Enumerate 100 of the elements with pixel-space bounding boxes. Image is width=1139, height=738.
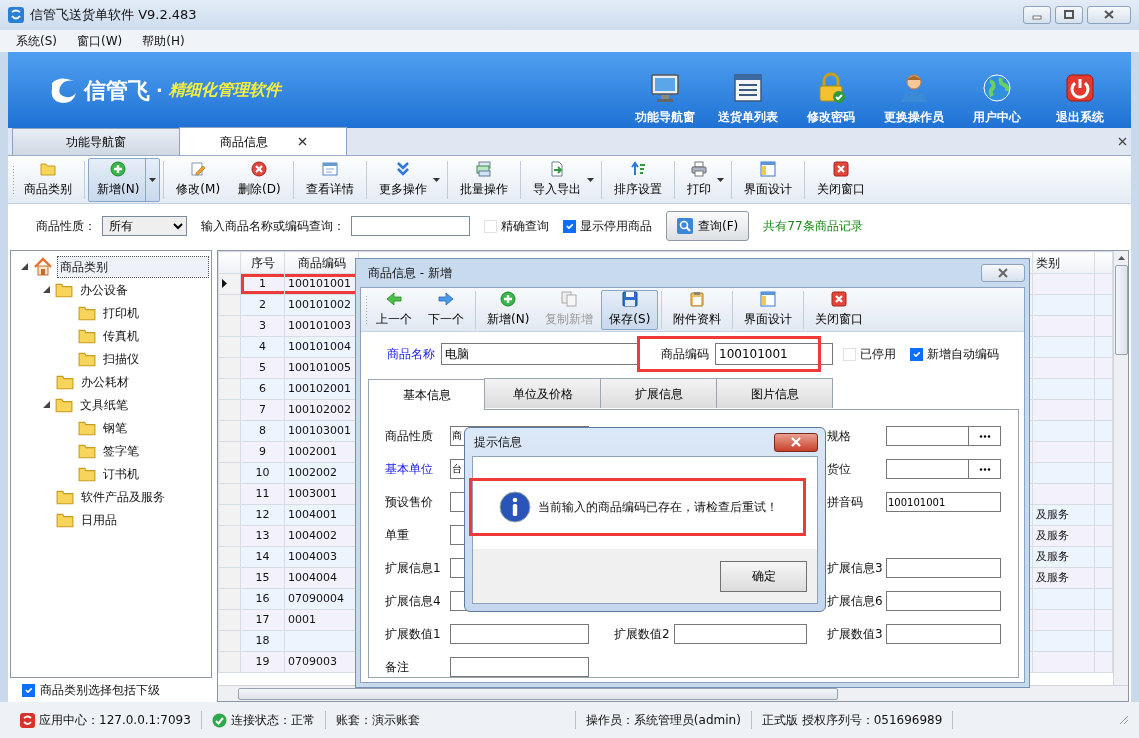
tree-item[interactable]: 打印机 (100, 301, 142, 324)
toolbar-button[interactable]: 上一个 (368, 289, 420, 330)
input-field[interactable] (886, 558, 1001, 578)
maximize-button[interactable] (1055, 6, 1083, 24)
checkbox[interactable] (22, 683, 35, 697)
input-field[interactable] (886, 426, 969, 446)
browse-button[interactable] (969, 459, 1001, 479)
ellipsis-icon (978, 434, 991, 438)
column-header[interactable]: 类别 (1032, 251, 1095, 274)
toolbar-grip (365, 294, 368, 325)
tree-item[interactable]: 日用品 (78, 508, 120, 531)
toolbar-button[interactable]: 附件资料 (665, 289, 730, 330)
tab[interactable]: 功能导航窗 (12, 128, 180, 155)
close-icon[interactable] (1118, 137, 1127, 146)
monitor-icon (648, 72, 681, 104)
toolbar-button[interactable]: 下一个 (420, 289, 472, 330)
nav-button[interactable]: 功能导航窗 (623, 72, 706, 126)
tab[interactable]: 图片信息 (716, 378, 833, 408)
toolbar-button[interactable]: 修改(M) (167, 157, 230, 202)
toolbar-button[interactable]: 商品类别 (15, 157, 81, 202)
tree-item[interactable]: 订书机 (100, 462, 142, 485)
house-icon (33, 256, 53, 277)
toolbar-button[interactable]: 批量操作 (450, 157, 517, 202)
toolbar-button[interactable]: 界面设计 (734, 157, 801, 202)
toolbar-button[interactable]: 新增(N) (88, 157, 161, 202)
close-button[interactable] (981, 264, 1025, 282)
message-text: 当前输入的商品编码已存在，请检查后重试！ (538, 499, 778, 516)
document-arrow-icon (548, 161, 565, 177)
input-field[interactable] (886, 624, 1001, 644)
status-text: 连接状态：正常 (230, 712, 315, 729)
tab[interactable]: 商品信息 (179, 127, 347, 155)
menu-item[interactable]: 帮助(H) (134, 31, 193, 51)
toolbar-button[interactable]: 关闭窗口 (807, 157, 874, 202)
tree-item[interactable]: 签字笔 (100, 439, 142, 462)
query-button[interactable]: 查询(F) (666, 211, 750, 241)
toolbar-button[interactable]: 查看详情 (296, 157, 363, 202)
tree-item[interactable]: 传真机 (100, 324, 142, 347)
toolbar-button[interactable]: 排序设置 (604, 157, 671, 202)
toolbar-button[interactable]: 打印 (677, 157, 728, 202)
caret-icon (432, 178, 440, 182)
toolbar-button[interactable]: 保存(S) (601, 289, 659, 330)
toolbar-button[interactable]: 删除(D) (229, 157, 290, 202)
column-header[interactable]: 序号 (240, 251, 285, 274)
expander-icon[interactable] (21, 262, 29, 271)
power-icon (1063, 72, 1096, 104)
browse-button[interactable] (969, 426, 1001, 446)
expander-icon[interactable] (43, 285, 51, 294)
field-label: 扩展数值1 (385, 626, 442, 643)
input-field[interactable]: 100101001 (715, 343, 833, 365)
input-field[interactable] (886, 591, 1001, 611)
info-icon (499, 491, 531, 523)
tree-item[interactable]: 软件产品及服务 (78, 485, 168, 508)
checkbox[interactable] (563, 219, 576, 233)
nav-button[interactable]: 用户中心 (955, 72, 1038, 126)
column-header[interactable]: 商品编码 (284, 251, 359, 274)
close-icon[interactable] (297, 137, 307, 146)
menu-item[interactable]: 系统(S) (8, 31, 65, 51)
tree-item[interactable]: 扫描仪 (100, 347, 142, 370)
input-field[interactable] (674, 624, 807, 644)
tree-item[interactable]: 办公耗材 (78, 370, 132, 393)
tree-item[interactable]: 办公设备 (77, 278, 131, 301)
layout-icon (759, 161, 776, 177)
logo-text: 信管飞 (84, 76, 150, 105)
tab[interactable]: 基本信息 (368, 379, 485, 410)
field-label: 扩展信息4 (385, 593, 442, 610)
nav-button[interactable]: 修改密码 (789, 72, 872, 126)
menu-item[interactable]: 窗口(W) (69, 31, 131, 51)
checkbox[interactable] (910, 347, 923, 361)
toolbar-button[interactable]: 关闭窗口 (807, 289, 872, 330)
tree-item[interactable]: 文具纸笔 (77, 393, 131, 416)
close-button[interactable] (1087, 6, 1131, 24)
dropdown-field[interactable]: 所有 (102, 216, 187, 236)
tab[interactable]: 单位及价格 (484, 378, 601, 408)
filter-label: 商品性质： (36, 218, 96, 235)
nav-button[interactable]: 更换操作员 (872, 72, 955, 126)
input-field[interactable]: 电脑 (441, 343, 639, 365)
ok-button[interactable]: 确定 (720, 560, 807, 592)
row-header[interactable] (218, 273, 241, 295)
nav-button[interactable]: 送货单列表 (706, 72, 789, 126)
tree-item[interactable]: 商品类别 (57, 255, 209, 278)
input-field[interactable] (450, 657, 589, 677)
toolbar-button[interactable]: 新增(N) (479, 289, 538, 330)
expander-icon[interactable] (43, 400, 51, 409)
input-field[interactable]: 100101001 (886, 492, 1001, 512)
toolbar-button[interactable]: 界面设计 (736, 289, 801, 330)
input-field[interactable] (886, 459, 969, 479)
search-icon (677, 218, 693, 234)
dialog-title: 提示信息 (474, 434, 522, 451)
toolbar-button[interactable]: 更多操作 (369, 157, 444, 202)
field-label: 备注 (385, 659, 410, 676)
toolbar-button[interactable]: 导入导出 (523, 157, 598, 202)
tab[interactable]: 扩展信息 (600, 378, 717, 408)
close-button[interactable] (774, 432, 818, 452)
scrollbar-thumb[interactable] (1114, 265, 1128, 355)
vertical-scrollbar[interactable] (1113, 251, 1128, 685)
x-circle-icon (251, 161, 268, 177)
input-field[interactable] (450, 624, 589, 644)
nav-button[interactable]: 退出系统 (1038, 72, 1121, 126)
search-field[interactable] (351, 216, 470, 236)
tree-item[interactable]: 钢笔 (100, 416, 130, 439)
